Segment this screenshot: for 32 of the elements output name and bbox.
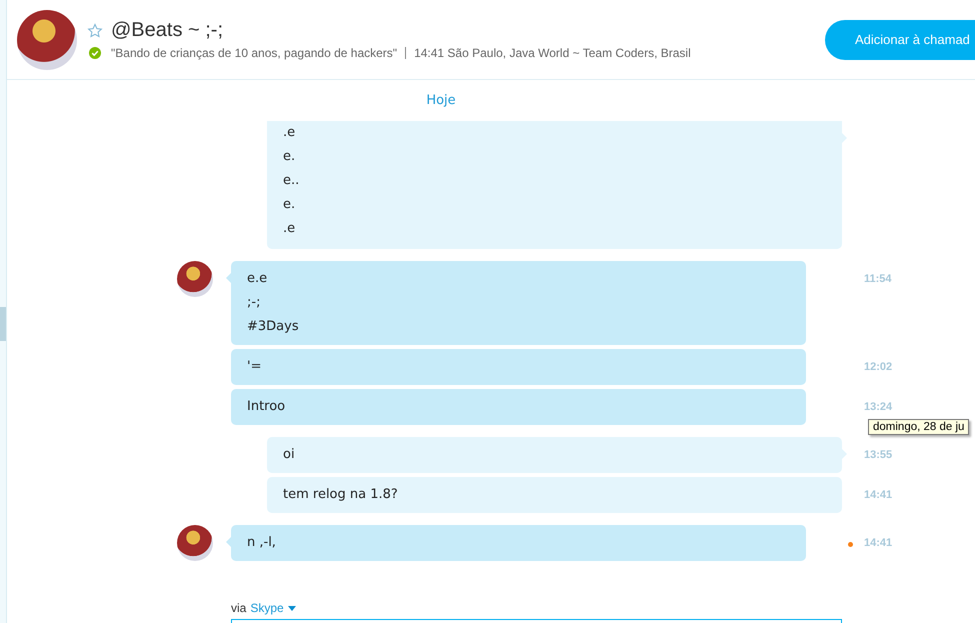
- message-text: ;-;: [247, 294, 262, 312]
- message-text: #3Days: [247, 318, 300, 336]
- message-time: 14:41: [864, 489, 892, 501]
- message-text: e.: [283, 148, 296, 166]
- message-time: 14:41: [864, 537, 892, 549]
- message-text: oi: [283, 446, 296, 464]
- avatar-picture: [177, 525, 213, 561]
- service-dropdown[interactable]: Skype: [250, 601, 296, 615]
- message-text: n ,-l,: [247, 534, 277, 552]
- caret-icon: [288, 606, 296, 610]
- message-time: 13:24: [864, 401, 892, 413]
- message-text: .e: [283, 124, 296, 142]
- date-tooltip: domingo, 28 de ju: [868, 419, 970, 435]
- mood-message: "Bando de crianças de 10 anos, pagando de hackers": [111, 46, 398, 60]
- date-separator: Hoje: [426, 93, 456, 108]
- message-time: 11:54: [864, 273, 892, 285]
- message-text: Introo: [247, 398, 286, 416]
- message-text: e.: [283, 196, 296, 214]
- message-text: '=: [247, 358, 262, 376]
- message-time: 13:55: [864, 449, 892, 461]
- via-label: via: [231, 601, 246, 615]
- contact-location: 14:41 São Paulo, Java World ~ Team Coders, Brasil: [414, 46, 691, 60]
- contact-name: @Beats ~ ;-;: [111, 19, 224, 42]
- message-text: .e: [283, 220, 296, 238]
- message-text: tem relog na 1.8?: [283, 486, 399, 504]
- sidebar-highlight: [0, 307, 6, 341]
- message-time: 12:02: [864, 361, 892, 373]
- message-text: e.e: [247, 270, 268, 288]
- star-icon[interactable]: [87, 22, 103, 38]
- add-to-call-button[interactable]: Adicionar à chamad: [825, 20, 975, 60]
- avatar-picture: [177, 261, 213, 297]
- message-text: e..: [283, 172, 300, 190]
